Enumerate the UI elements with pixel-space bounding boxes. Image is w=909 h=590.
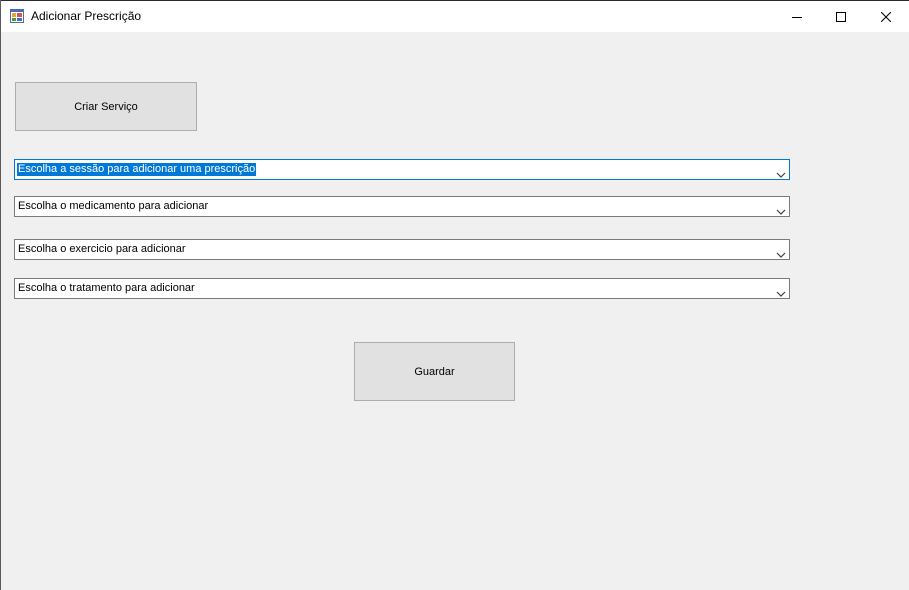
chevron-down-icon[interactable] xyxy=(776,203,786,215)
window-title: Adicionar Prescrição xyxy=(31,9,142,23)
tratamento-combobox-value: Escolha o tratamento para adicionar xyxy=(18,282,195,294)
close-icon xyxy=(881,11,891,22)
windows-form-icon xyxy=(10,9,24,23)
chevron-down-icon[interactable] xyxy=(776,166,786,178)
maximize-button[interactable] xyxy=(818,1,864,32)
exercicio-combobox-value: Escolha o exercicio para adicionar xyxy=(18,243,186,255)
close-button[interactable] xyxy=(863,1,909,32)
tratamento-combobox[interactable]: Escolha o tratamento para adicionar xyxy=(14,278,790,299)
chevron-down-icon[interactable] xyxy=(776,285,786,297)
sessao-combobox[interactable]: Escolha a sessão para adicionar uma pres… xyxy=(14,159,790,180)
minimize-icon xyxy=(792,12,802,22)
guardar-button[interactable]: Guardar xyxy=(354,342,515,401)
medicamento-combobox-value: Escolha o medicamento para adicionar xyxy=(18,200,209,212)
app-window: Adicionar Prescrição Criar Serviço Escol… xyxy=(0,0,909,590)
form-client-area: Criar Serviço Escolha a sessão para adic… xyxy=(1,32,909,590)
title-bar[interactable]: Adicionar Prescrição xyxy=(1,0,909,32)
medicamento-combobox[interactable]: Escolha o medicamento para adicionar xyxy=(14,196,790,217)
chevron-down-icon[interactable] xyxy=(776,246,786,258)
sessao-combobox-value: Escolha a sessão para adicionar uma pres… xyxy=(17,163,257,176)
exercicio-combobox[interactable]: Escolha o exercicio para adicionar xyxy=(14,239,790,260)
criar-servico-button[interactable]: Criar Serviço xyxy=(15,82,197,131)
minimize-button[interactable] xyxy=(774,1,820,32)
maximize-icon xyxy=(836,11,846,22)
